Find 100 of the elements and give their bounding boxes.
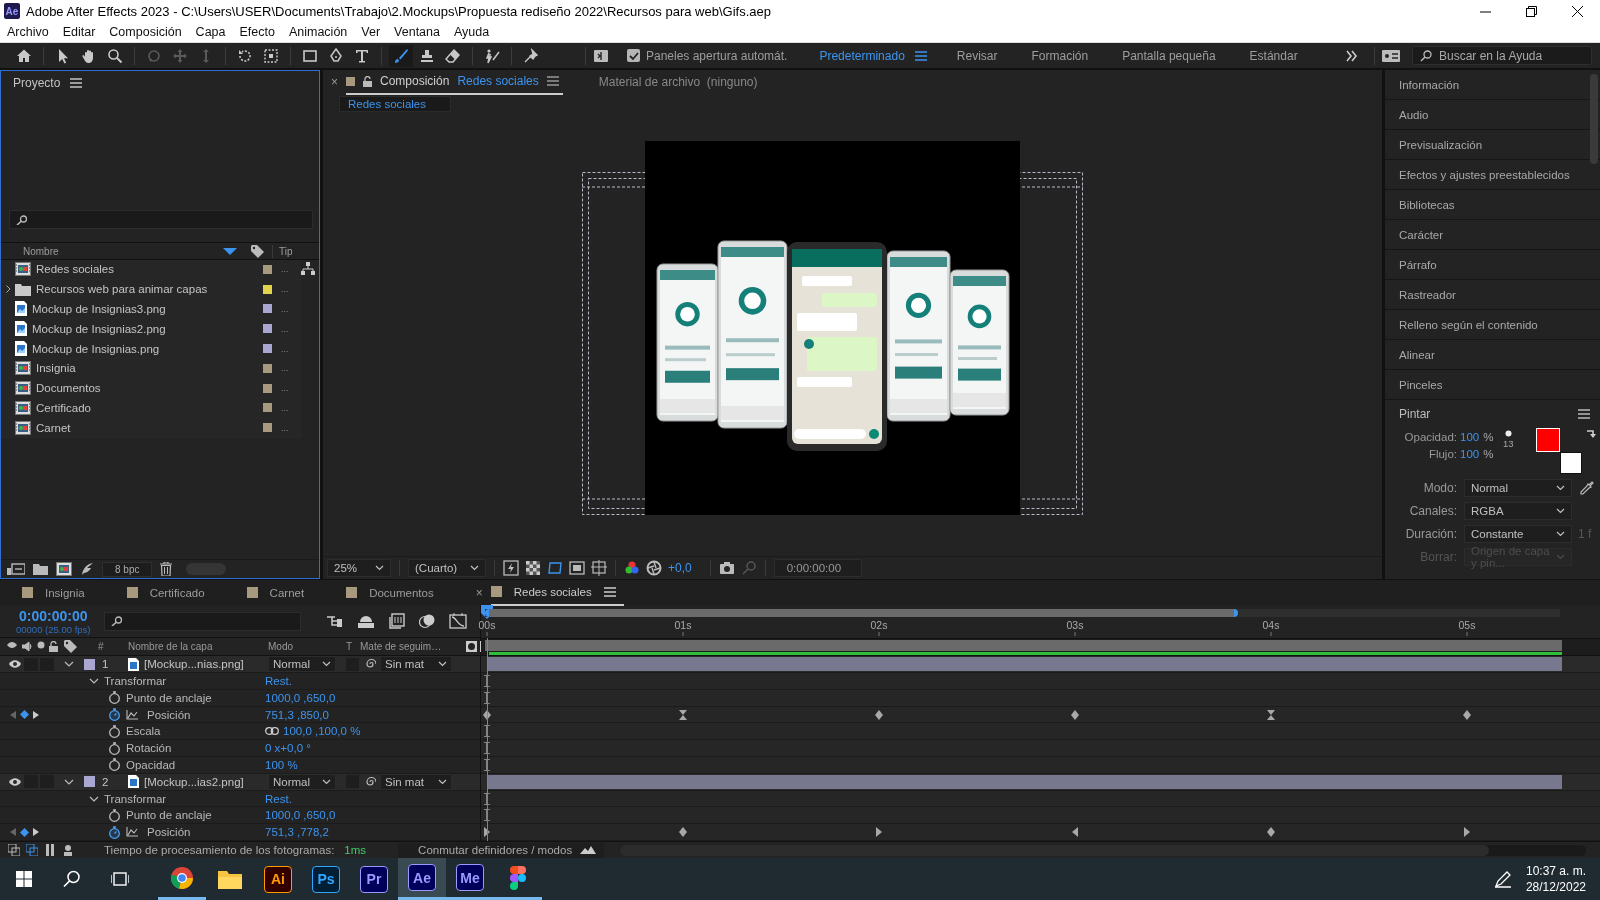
- layer-name[interactable]: [Mockup...nias.png]: [144, 658, 244, 671]
- timeline-tab[interactable]: Redes sociales: [490, 580, 624, 606]
- panel-title[interactable]: Pintar: [1399, 407, 1431, 421]
- zoom-dropdown[interactable]: 25%: [327, 559, 391, 577]
- solo-dot-icon[interactable]: [37, 641, 45, 650]
- keyframe-diamond[interactable]: [1266, 826, 1276, 839]
- playhead-handle[interactable]: [481, 605, 493, 619]
- label-swatch[interactable]: [263, 344, 272, 354]
- workspace-tab[interactable]: Revisar: [956, 48, 998, 63]
- timeline-tab[interactable]: Certificado: [126, 580, 205, 605]
- ease-keyframe[interactable]: [1462, 826, 1472, 839]
- taskbar-app[interactable]: Ae: [398, 858, 446, 900]
- spiral-icon[interactable]: [364, 658, 376, 671]
- panel-header[interactable]: Alinear: [1385, 340, 1600, 370]
- panel-title[interactable]: Proyecto: [13, 76, 61, 90]
- tag-icon[interactable]: [64, 640, 77, 654]
- camera-icon[interactable]: [718, 560, 735, 576]
- toggle-switches-button[interactable]: Conmutar definidores / modos: [398, 842, 605, 858]
- tool-button[interactable]: [389, 44, 413, 67]
- swap-arrow-icon[interactable]: [1585, 428, 1596, 438]
- menu-icon[interactable]: [70, 78, 83, 88]
- keyframe-toggle-icon[interactable]: [20, 827, 29, 837]
- hold-keyframe[interactable]: [1266, 708, 1276, 721]
- tag-icon[interactable]: [251, 244, 264, 258]
- timeline-tab[interactable]: Insignia: [22, 580, 85, 605]
- exposure-value[interactable]: +0,0: [668, 561, 692, 575]
- panel-header[interactable]: Rastreador: [1385, 280, 1600, 310]
- shy-layers-icon[interactable]: [357, 614, 376, 629]
- in-point-marker[interactable]: [482, 792, 492, 805]
- label-swatch[interactable]: [263, 284, 272, 294]
- sort-arrow-icon[interactable]: [223, 247, 237, 255]
- fast-preview-icon[interactable]: [503, 560, 519, 576]
- project-item[interactable]: Mockup de Insignias2.png: [27, 322, 263, 335]
- rgb-channels-icon[interactable]: [624, 560, 640, 576]
- column-header[interactable]: Mate de seguim…: [360, 641, 466, 653]
- brush-tip-icon[interactable]: [1504, 430, 1512, 437]
- previous-keyframe-icon[interactable]: [10, 828, 16, 837]
- menu-icon[interactable]: [1578, 409, 1590, 419]
- panel-header[interactable]: Relleno según el contenido: [1385, 310, 1600, 340]
- layer-name[interactable]: [Mockup...ias2.png]: [144, 775, 244, 788]
- footage-tab[interactable]: Material de archivo (ninguno): [598, 75, 758, 89]
- property-group[interactable]: Transformar: [104, 675, 167, 688]
- label-swatch[interactable]: [263, 383, 272, 393]
- menu-item[interactable]: Animación: [281, 25, 355, 39]
- trash-icon[interactable]: [160, 562, 173, 576]
- graph-icon[interactable]: [126, 827, 138, 838]
- menu-icon[interactable]: [603, 586, 616, 597]
- mode-dropdown[interactable]: Normal: [268, 656, 336, 673]
- stopwatch-icon[interactable]: [108, 741, 121, 755]
- next-keyframe-icon[interactable]: [33, 828, 39, 837]
- lock-icon[interactable]: [363, 75, 372, 87]
- stopwatch-icon[interactable]: [108, 708, 121, 722]
- motion-blur-icon[interactable]: [419, 613, 436, 630]
- stopwatch-icon[interactable]: [108, 691, 121, 705]
- taskbar-app[interactable]: Ps: [302, 858, 350, 900]
- project-item[interactable]: Certificado: [31, 401, 263, 414]
- clock[interactable]: 10:37 a. m. 28/12/2022: [1525, 863, 1586, 895]
- spiral-icon[interactable]: [364, 775, 376, 788]
- project-item[interactable]: Carnet: [31, 421, 263, 434]
- keyframe-diamond[interactable]: [678, 826, 688, 839]
- previous-keyframe-icon[interactable]: [10, 710, 16, 719]
- flow-value[interactable]: 100: [1460, 447, 1480, 460]
- film-frames-icon[interactable]: [389, 613, 406, 630]
- property-value[interactable]: 100 %: [265, 758, 298, 771]
- taskbar-app[interactable]: Me: [446, 858, 494, 900]
- label-swatch[interactable]: [263, 403, 272, 413]
- bit-depth-button[interactable]: 8 bpc: [102, 561, 153, 577]
- ease-keyframe[interactable]: [874, 826, 884, 839]
- keyframe-diamond[interactable]: [874, 708, 884, 721]
- layer-duration-bar[interactable]: [487, 657, 1562, 672]
- search-field[interactable]: Buscar en la Ayuda: [1412, 46, 1592, 65]
- brush-size[interactable]: 13: [1503, 438, 1514, 449]
- label-swatch[interactable]: [263, 363, 272, 373]
- more-icon[interactable]: [1346, 49, 1358, 62]
- opacity-value[interactable]: 100: [1460, 430, 1480, 443]
- in-point-marker[interactable]: [482, 725, 492, 738]
- search-field[interactable]: [104, 611, 302, 631]
- speaker-icon[interactable]: [22, 641, 33, 653]
- project-item[interactable]: Redes sociales: [31, 263, 263, 276]
- in-point-marker[interactable]: [482, 759, 492, 772]
- chevron-down-icon[interactable]: [64, 661, 74, 668]
- eyedropper-icon[interactable]: [1580, 481, 1594, 495]
- hold-keyframe[interactable]: [678, 708, 688, 721]
- column-header[interactable]: Nombre: [23, 245, 59, 257]
- panel-toggle-icon[interactable]: [593, 47, 609, 64]
- property-value[interactable]: 0 x+0,0 °: [265, 742, 311, 755]
- column-header[interactable]: Modo: [268, 641, 346, 653]
- project-item[interactable]: Documentos: [31, 382, 263, 395]
- timecode-field[interactable]: 0:00:00:00: [773, 559, 863, 577]
- property-value[interactable]: 751,3 ,850,0: [265, 708, 329, 721]
- circle-mask-icon[interactable]: [466, 641, 477, 653]
- chevron-right-icon[interactable]: [5, 285, 11, 294]
- panel-header[interactable]: Carácter: [1385, 220, 1600, 250]
- hierarchy-icon[interactable]: [327, 614, 344, 629]
- stopwatch-icon[interactable]: [108, 808, 121, 822]
- in-out-icon[interactable]: [44, 844, 56, 856]
- property-value[interactable]: 1000,0 ,650,0: [265, 691, 336, 704]
- link-icon[interactable]: [265, 727, 279, 736]
- menu-item[interactable]: Composición: [102, 25, 189, 39]
- keyframe-diamond[interactable]: [1070, 708, 1080, 721]
